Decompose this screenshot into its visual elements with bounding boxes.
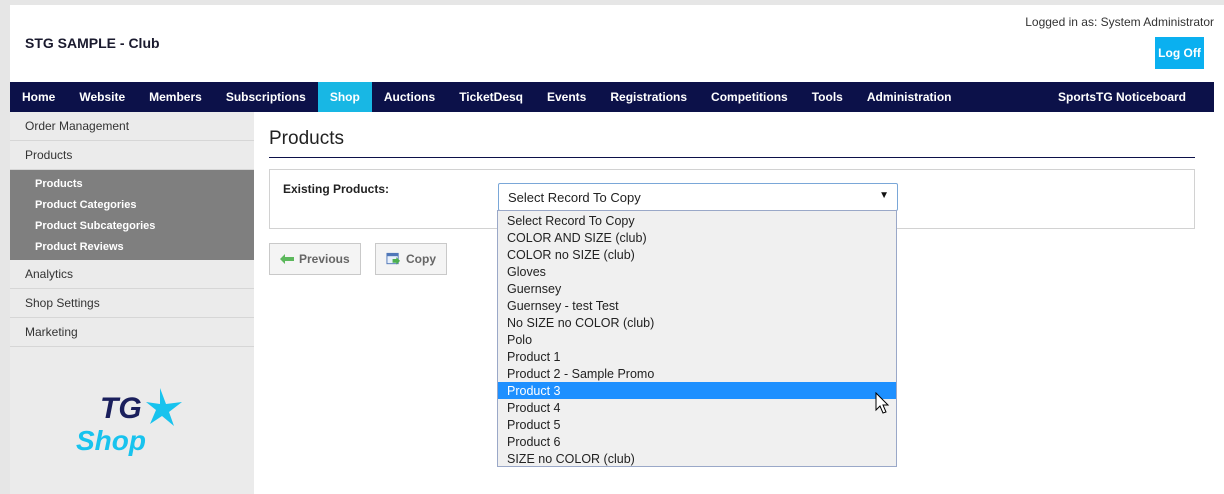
mouse-pointer-icon [875,392,890,414]
dropdown-option[interactable]: Product 6 [498,433,896,450]
copy-button[interactable]: Copy [375,243,447,275]
logo-star-icon [146,388,182,426]
existing-products-label: Existing Products: [283,182,390,196]
previous-label: Previous [299,252,350,266]
dropdown-option[interactable]: Guernsey [498,280,896,297]
dropdown-option[interactable]: COLOR AND SIZE (club) [498,229,896,246]
nav-noticeboard[interactable]: SportsTG Noticeboard [1046,82,1198,112]
submenu-item-product-reviews[interactable]: Product Reviews [10,236,254,257]
page-title: Products [269,128,344,149]
products-submenu: Products Product Categories Product Subc… [10,170,254,260]
copy-label: Copy [406,252,436,266]
sidebar: Order Management Products Products Produ… [10,112,254,494]
submenu-item-products[interactable]: Products [10,173,254,194]
nav-auctions[interactable]: Auctions [372,82,447,112]
nav-home[interactable]: Home [10,82,67,112]
logged-in-status: Logged in as: System Administrator [1025,15,1214,29]
dropdown-option[interactable]: No SIZE no COLOR (club) [498,314,896,331]
copy-icon [386,252,401,265]
previous-button[interactable]: Previous [269,243,361,275]
nav-members[interactable]: Members [137,82,214,112]
nav-administration[interactable]: Administration [855,82,964,112]
logo-text-shop: Shop [76,425,146,456]
dropdown-option[interactable]: Gloves [498,263,896,280]
arrow-left-icon [280,254,294,264]
sidebar-item-shop-settings[interactable]: Shop Settings [10,289,254,318]
nav-ticketdesq[interactable]: TicketDesq [447,82,535,112]
header: STG SAMPLE - Club Logged in as: System A… [10,5,1214,82]
products-dropdown-list: Select Record To Copy COLOR AND SIZE (cl… [497,210,897,467]
dropdown-option[interactable]: Product 4 [498,399,896,416]
existing-products-select[interactable]: Select Record To Copy ▼ [498,183,898,211]
dropdown-option[interactable]: Product 2 - Sample Promo [498,365,896,382]
dropdown-option[interactable]: Product 1 [498,348,896,365]
logo-text-tg: TG [100,392,142,425]
nav-tools[interactable]: Tools [800,82,855,112]
title-divider [269,157,1195,158]
club-title: STG SAMPLE - Club [25,35,160,51]
dropdown-option[interactable]: Guernsey - test Test [498,297,896,314]
nav-registrations[interactable]: Registrations [598,82,699,112]
sidebar-item-products[interactable]: Products [10,141,254,170]
dropdown-option[interactable]: SIZE no COLOR (club) [498,450,896,467]
main-nav: Home Website Members Subscriptions Shop … [10,82,1214,112]
dropdown-option[interactable]: Product 5 [498,416,896,433]
nav-website[interactable]: Website [67,82,137,112]
nav-shop[interactable]: Shop [317,82,372,112]
submenu-item-product-categories[interactable]: Product Categories [10,194,254,215]
dropdown-option[interactable]: Polo [498,331,896,348]
sidebar-item-analytics[interactable]: Analytics [10,260,254,289]
sidebar-item-marketing[interactable]: Marketing [10,318,254,347]
logoff-button[interactable]: Log Off [1155,37,1204,69]
dropdown-option-highlighted[interactable]: Product 3 [498,382,896,399]
select-value: Select Record To Copy [508,189,641,205]
dropdown-arrow-icon: ▼ [879,190,889,201]
nav-competitions[interactable]: Competitions [699,82,800,112]
dropdown-option[interactable]: Select Record To Copy [498,212,896,229]
tg-shop-logo: TG Shop [76,388,182,456]
nav-events[interactable]: Events [535,82,598,112]
dropdown-option[interactable]: COLOR no SIZE (club) [498,246,896,263]
sidebar-item-order-management[interactable]: Order Management [10,112,254,141]
nav-subscriptions[interactable]: Subscriptions [214,82,318,112]
submenu-item-product-subcategories[interactable]: Product Subcategories [10,215,254,236]
